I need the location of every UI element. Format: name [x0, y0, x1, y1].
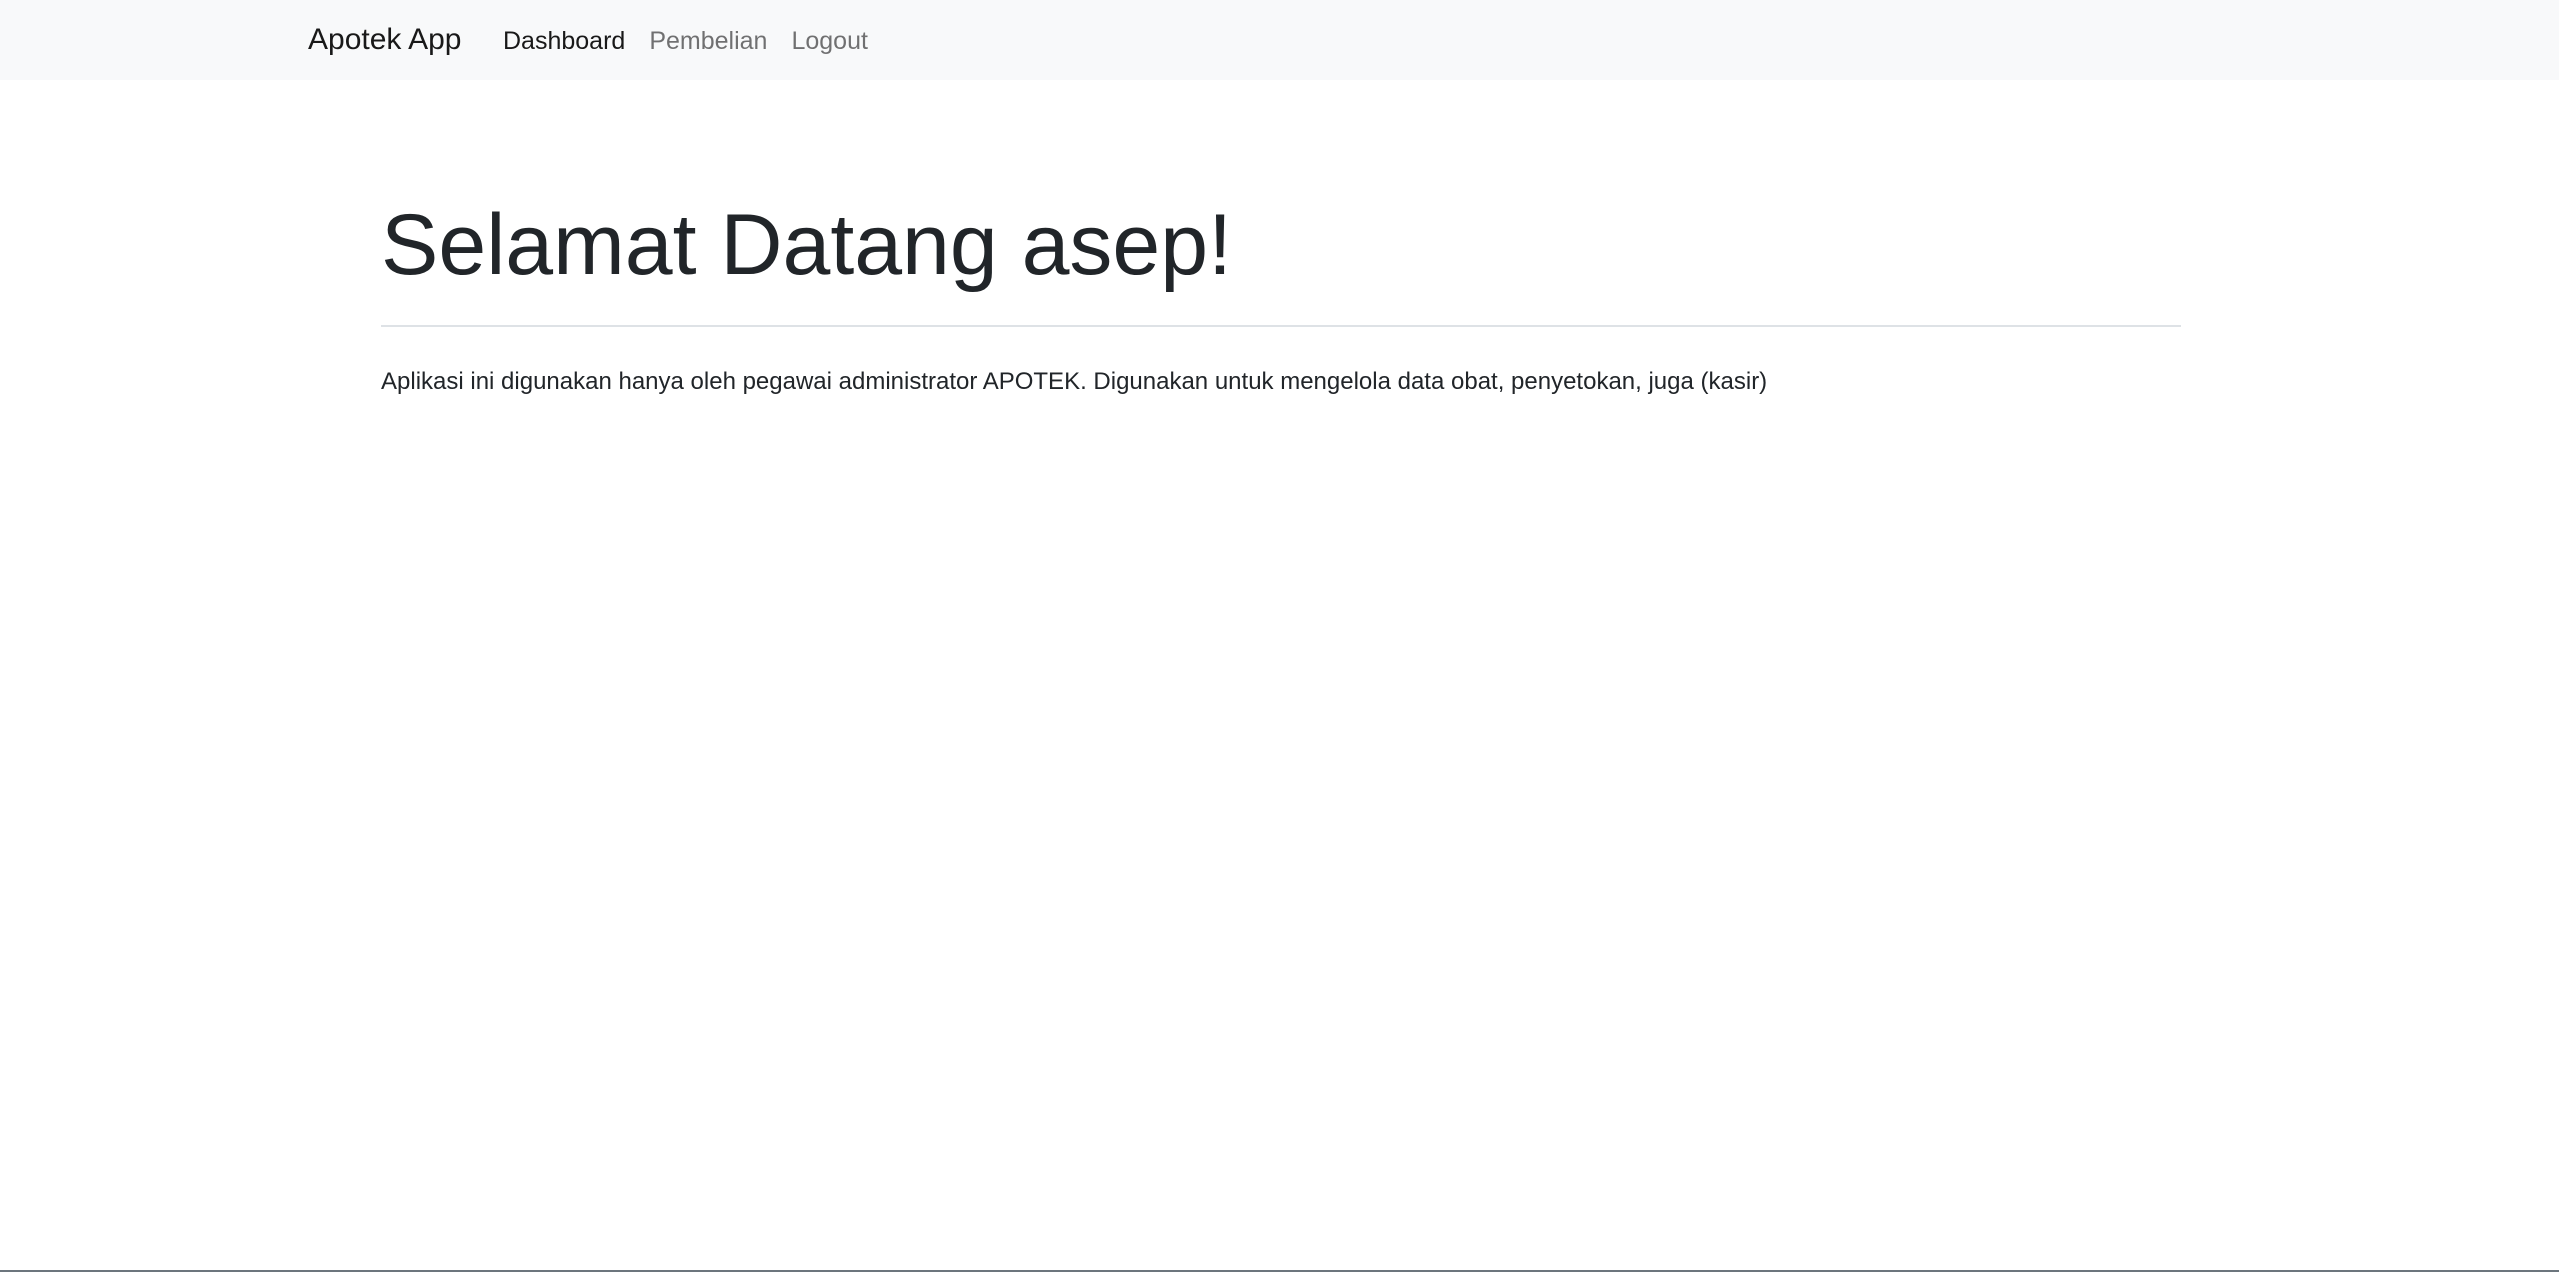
brand-link[interactable]: Apotek App: [308, 20, 461, 60]
top-navbar: Apotek App Dashboard Pembelian Logout: [0, 0, 2559, 80]
welcome-section: Selamat Datang asep!: [381, 190, 2181, 300]
nav-item-pembelian: Pembelian: [649, 24, 767, 58]
nav-menu: Dashboard Pembelian Logout: [503, 24, 868, 58]
nav-item-dashboard: Dashboard: [503, 24, 625, 58]
app-description: Aplikasi ini digunakan hanya oleh pegawa…: [381, 368, 1768, 395]
nav-link-dashboard[interactable]: Dashboard: [503, 27, 625, 55]
section-divider: [381, 325, 2181, 327]
page-title: Selamat Datang asep!: [381, 197, 1232, 293]
nav-link-pembelian[interactable]: Pembelian: [649, 27, 767, 55]
nav-item-logout: Logout: [791, 24, 867, 58]
nav-link-logout[interactable]: Logout: [791, 27, 867, 55]
